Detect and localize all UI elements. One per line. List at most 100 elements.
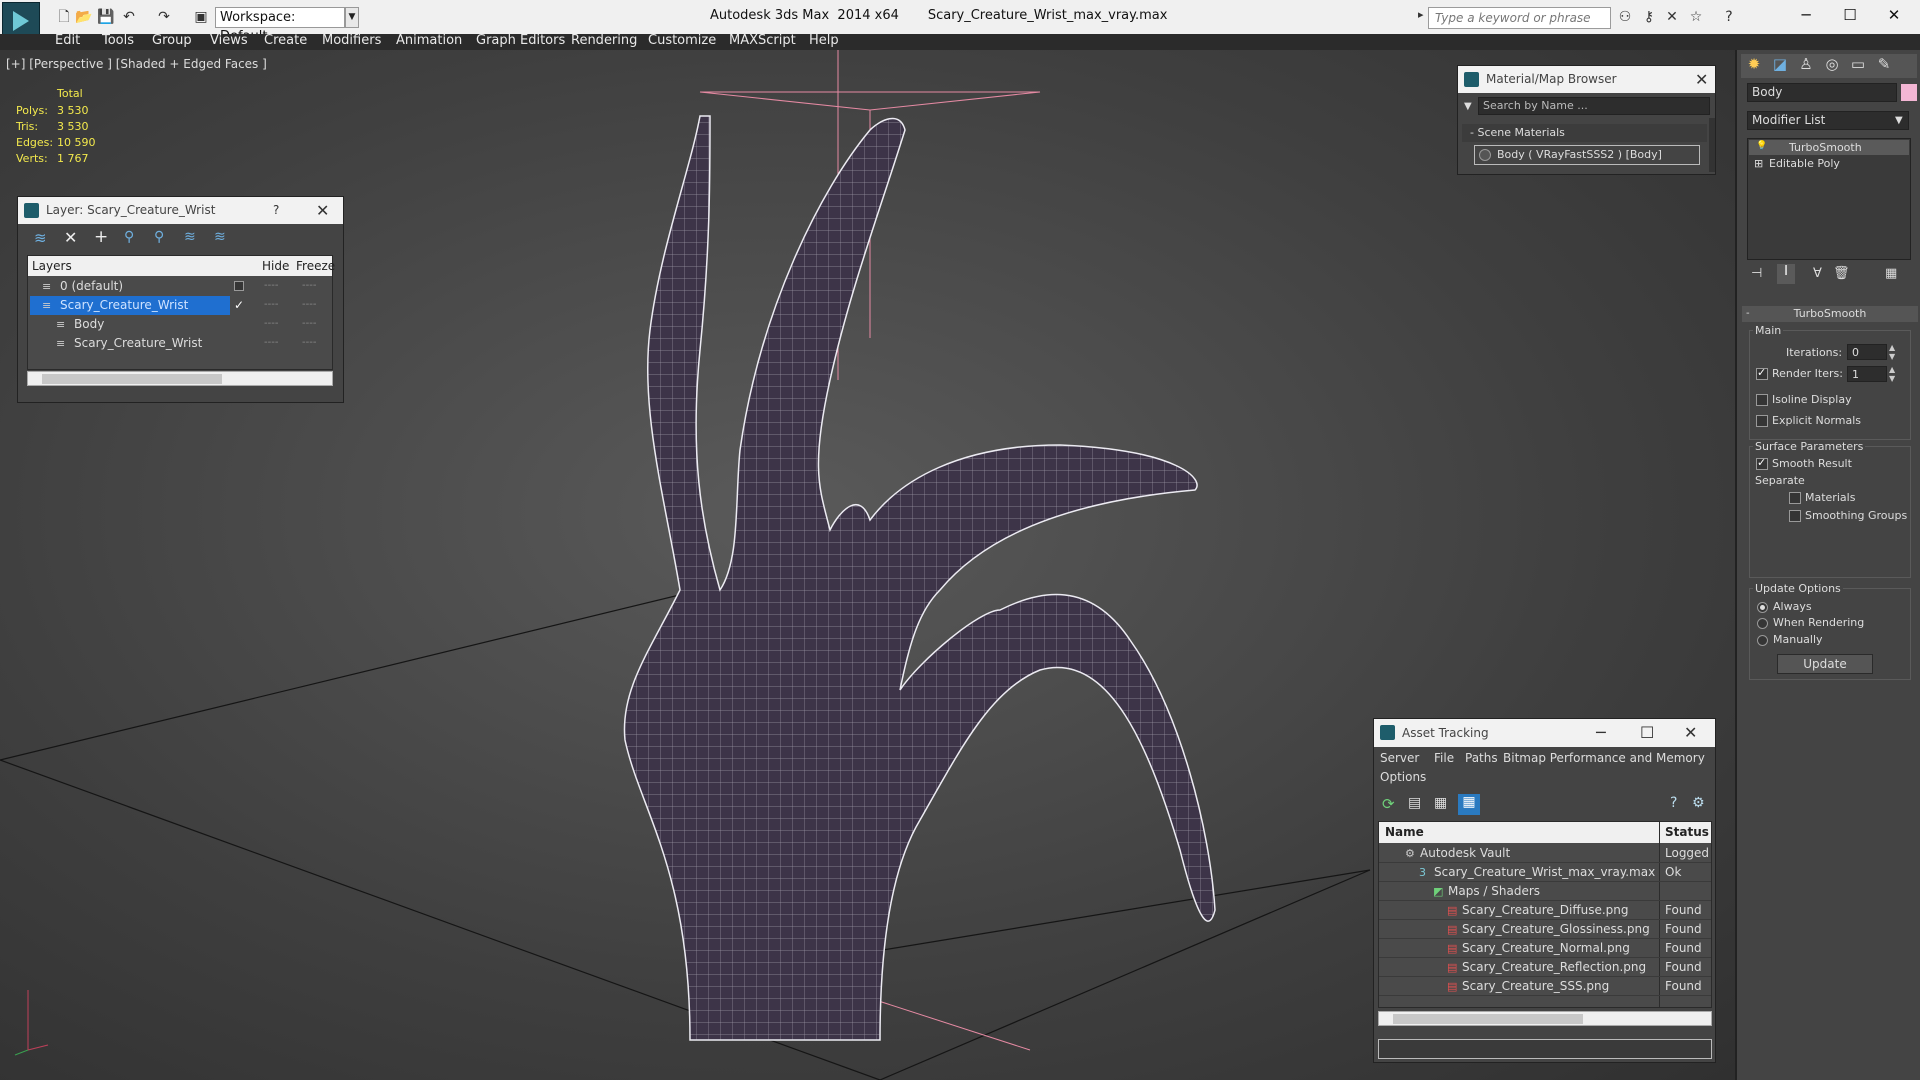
menu-customize[interactable]: Customize xyxy=(648,33,716,48)
update-button[interactable]: Update xyxy=(1777,654,1873,674)
layer-row[interactable]: ≡ 0 (default) ---- ---- xyxy=(28,277,332,296)
asset-row[interactable]: ▤ Scary_Creature_Normal.png Found xyxy=(1379,939,1711,958)
maximize-button[interactable]: ☐ xyxy=(1640,719,1654,747)
object-name-input[interactable]: Body xyxy=(1747,83,1897,102)
asset-row[interactable]: ▤ Scary_Creature_Reflection.png Found xyxy=(1379,958,1711,977)
layer-panel-header[interactable]: Layer: Scary_Creature_Wrist ? ✕ xyxy=(18,197,343,224)
close-button[interactable]: ✕ xyxy=(1684,719,1697,747)
material-search-input[interactable]: Search by Name ... xyxy=(1478,97,1710,115)
key-icon[interactable]: ⚷ xyxy=(1640,8,1658,26)
search-input[interactable]: Type a keyword or phrase xyxy=(1428,7,1611,29)
material-item-body[interactable]: Body ( VRayFastSSS2 ) [Body] xyxy=(1474,145,1700,165)
asset-row[interactable]: ▤ Scary_Creature_Diffuse.png Found xyxy=(1379,901,1711,920)
rollout-turbosmooth[interactable]: TurboSmooth xyxy=(1742,306,1918,322)
open-file-icon[interactable]: 📂 xyxy=(75,8,93,26)
menu-create[interactable]: Create xyxy=(264,33,307,48)
minimize-button[interactable]: ─ xyxy=(1596,719,1606,747)
workspace-dropdown[interactable]: Workspace: Default xyxy=(215,7,345,44)
menu-options[interactable]: Options xyxy=(1380,770,1426,784)
collapse-icon[interactable]: - xyxy=(1746,308,1750,319)
refresh-icon[interactable]: ⟳ xyxy=(1382,795,1395,813)
motion-tab-icon[interactable]: ◎ xyxy=(1822,54,1842,74)
expand-icon[interactable]: ⊞ xyxy=(1754,157,1763,170)
smooth-result-checkbox[interactable] xyxy=(1756,456,1768,470)
asset-tracking-header[interactable]: Asset Tracking ─ ☐ ✕ xyxy=(1374,719,1715,747)
menu-help[interactable]: Help xyxy=(809,33,839,48)
menu-file[interactable]: File xyxy=(1434,751,1454,765)
hide-toggle[interactable]: ---- xyxy=(264,295,278,314)
help-icon[interactable]: ? xyxy=(1720,8,1738,26)
viewport-label[interactable]: [+] [Perspective ] [Shaded + Edged Faces… xyxy=(6,57,267,71)
freeze-toggle[interactable]: ---- xyxy=(302,314,316,333)
modify-tab-icon[interactable]: ◪ xyxy=(1770,54,1790,74)
manually-radio[interactable] xyxy=(1757,635,1768,646)
new-file-icon[interactable]: 🗋 xyxy=(55,8,73,26)
asset-row[interactable]: ▤ Scary_Creature_Glossiness.png Found xyxy=(1379,920,1711,939)
redo-icon[interactable]: ↷ xyxy=(155,8,173,26)
chevron-down-icon[interactable]: ▼ xyxy=(345,7,359,28)
star-icon[interactable]: ☆ xyxy=(1687,8,1705,26)
layers-icon[interactable]: ≋ xyxy=(34,229,47,247)
explicit-normals-checkbox[interactable] xyxy=(1756,415,1768,427)
hierarchy-tab-icon[interactable]: ♙ xyxy=(1796,54,1816,74)
tree-view-icon[interactable]: ▦ xyxy=(1434,795,1447,811)
modifier-list-dropdown[interactable]: Modifier List xyxy=(1747,111,1909,130)
menu-server[interactable]: Server xyxy=(1380,751,1419,765)
chevron-down-icon[interactable]: ▼ xyxy=(1895,111,1909,130)
undo-icon[interactable]: ↶ xyxy=(120,8,138,26)
scroll-thumb[interactable] xyxy=(1393,1014,1583,1024)
col-freeze[interactable]: Freeze xyxy=(296,259,335,273)
layer-hscrollbar[interactable] xyxy=(27,371,333,386)
object-color-swatch[interactable] xyxy=(1901,84,1917,101)
menu-rendering[interactable]: Rendering xyxy=(571,33,637,48)
hide-toggle[interactable]: ---- xyxy=(264,314,278,333)
layer-row[interactable]: ≡ Scary_Creature_Wrist ✓ ---- ---- xyxy=(28,296,332,315)
add-layer-icon[interactable]: + xyxy=(94,227,108,247)
hide-all-icon[interactable]: ≋ xyxy=(184,229,196,245)
display-tab-icon[interactable]: ▭ xyxy=(1848,54,1868,74)
browser-scrollbar[interactable] xyxy=(1709,118,1715,172)
asset-row[interactable]: ⚙ Autodesk Vault Logged O xyxy=(1379,844,1711,863)
spinner-arrows-icon[interactable]: ▲ ▼ xyxy=(1889,343,1895,361)
menu-tools[interactable]: Tools xyxy=(102,33,134,48)
current-layer-checkbox[interactable] xyxy=(234,281,244,291)
iterations-spinner[interactable]: 0 xyxy=(1847,344,1887,360)
project-folder-icon[interactable]: ▣ xyxy=(192,8,210,26)
stack-item-turbosmooth[interactable]: TurboSmooth xyxy=(1749,140,1909,155)
menu-bitmap-performance[interactable]: Bitmap Performance and Memory xyxy=(1503,751,1705,765)
freeze-toggle[interactable]: ---- xyxy=(302,276,316,295)
render-iters-checkbox[interactable] xyxy=(1756,366,1768,380)
active-layer-check-icon[interactable]: ✓ xyxy=(234,296,244,315)
lightbulb-icon[interactable]: 💡 xyxy=(1756,141,1767,151)
col-hide[interactable]: Hide xyxy=(262,259,289,273)
create-tab-icon[interactable]: ✹ xyxy=(1744,54,1764,74)
freeze-toggle[interactable]: ---- xyxy=(302,333,316,352)
col-name[interactable]: Name xyxy=(1385,825,1424,839)
isoline-display-checkbox[interactable] xyxy=(1756,394,1768,406)
hide-toggle[interactable]: ---- xyxy=(264,276,278,295)
col-layers[interactable]: Layers xyxy=(32,259,72,273)
freeze-all-icon[interactable]: ≋ xyxy=(214,229,226,245)
list-view-icon[interactable]: ▤ xyxy=(1408,795,1421,811)
exchange-icon[interactable]: ✕ xyxy=(1663,8,1681,26)
settings-icon[interactable]: ⚙ xyxy=(1692,795,1705,811)
save-file-icon[interactable]: 💾 xyxy=(97,8,115,26)
remove-modifier-icon[interactable]: 🗑 xyxy=(1833,266,1850,281)
close-button[interactable]: ✕ xyxy=(316,197,329,224)
close-button[interactable]: ✕ xyxy=(1695,66,1708,93)
when-rendering-radio[interactable] xyxy=(1757,618,1768,629)
scroll-thumb[interactable] xyxy=(42,374,222,384)
menu-views[interactable]: Views xyxy=(210,33,248,48)
material-browser-header[interactable]: Material/Map Browser ✕ xyxy=(1458,66,1715,93)
help-button[interactable]: ? xyxy=(273,197,279,224)
menu-arrow-icon[interactable]: ▼ xyxy=(1464,101,1472,112)
freeze-toggle[interactable]: ---- xyxy=(302,295,316,314)
asset-row[interactable]: 3 Scary_Creature_Wrist_max_vray.max Ok xyxy=(1379,863,1711,882)
configure-sets-icon[interactable]: ▦ xyxy=(1885,266,1897,281)
asset-row[interactable]: ▤ Scary_Creature_SSS.png Found xyxy=(1379,977,1711,996)
table-view-icon[interactable]: ▦ xyxy=(1458,794,1480,815)
caret-right-icon[interactable]: ▸ xyxy=(1418,8,1428,28)
menu-group[interactable]: Group xyxy=(152,33,192,48)
show-end-result-icon[interactable]: I xyxy=(1777,264,1795,284)
smoothing-groups-checkbox[interactable] xyxy=(1789,510,1801,522)
